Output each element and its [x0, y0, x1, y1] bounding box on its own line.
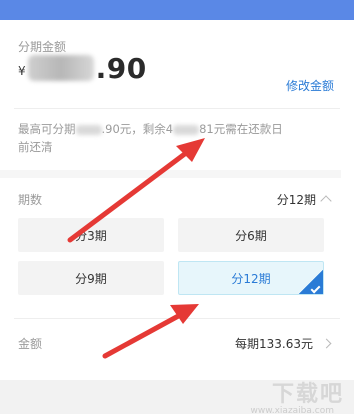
period-option-6[interactable]: 分6期	[178, 218, 324, 252]
blurred-value	[75, 124, 102, 135]
note-mid1: .90元，剩余4	[101, 122, 174, 136]
note-prefix: 最高可分期	[18, 122, 76, 136]
watermark-url: www.xiazaiba.com	[250, 406, 334, 414]
header-band	[0, 0, 354, 20]
period-label: 期数	[18, 192, 43, 207]
note-suffix: 前还清	[18, 140, 53, 154]
currency-symbol: ¥	[18, 64, 26, 78]
period-options-row-2: 分9期 分12期	[18, 261, 324, 295]
installment-amount: ¥ .90	[18, 48, 147, 88]
watermark-logo: 下载吧	[271, 381, 344, 407]
chevron-right-icon	[321, 338, 332, 348]
amount-label: 金额	[18, 336, 43, 351]
selected-period: 分12期	[276, 192, 316, 207]
blurred-amount	[27, 55, 94, 81]
period-summary: 分12期	[276, 191, 332, 208]
divider	[14, 108, 340, 109]
per-period-value: 每期133.63元	[235, 336, 313, 351]
divider	[14, 318, 340, 319]
period-option-9[interactable]: 分9期	[18, 261, 164, 295]
amount-per-period-row[interactable]: 金额 每期133.63元	[18, 332, 332, 354]
amount-value: .90	[95, 51, 147, 85]
chevron-up-icon	[320, 195, 332, 207]
modify-amount-link[interactable]: 修改金额	[286, 77, 334, 94]
section-gap	[0, 170, 341, 178]
period-option-3[interactable]: 分3期	[18, 218, 164, 252]
installment-limit-note: 最高可分期 .90元，剩余4 81元需在还款日 前还清	[18, 120, 318, 156]
period-header[interactable]: 期数 分12期	[18, 188, 332, 210]
blurred-value	[173, 124, 200, 135]
note-mid2: 81元需在还款日	[199, 122, 283, 136]
period-options-row-1: 分3期 分6期	[18, 218, 324, 252]
amount-per-period: 每期133.63元	[235, 335, 332, 352]
period-option-12[interactable]: 分12期	[178, 261, 324, 295]
